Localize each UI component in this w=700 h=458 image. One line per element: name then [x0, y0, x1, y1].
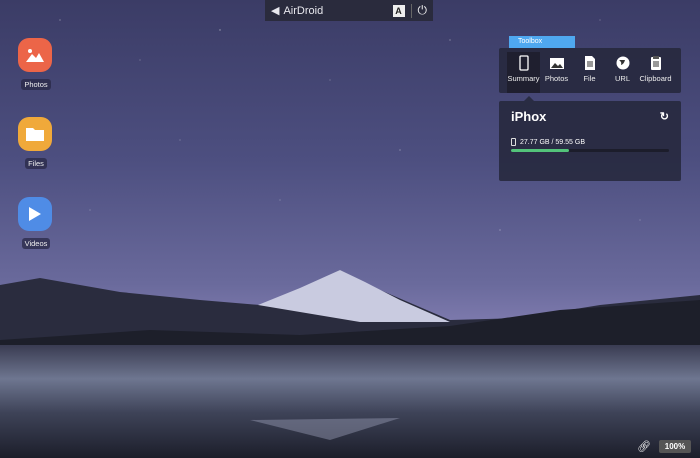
tool-file[interactable]: File [573, 52, 606, 93]
tool-summary[interactable]: Summary [507, 52, 540, 93]
brand-name: AirDroid [283, 4, 324, 17]
zoom-level[interactable]: 100% [659, 440, 691, 453]
phone-icon [518, 55, 529, 71]
refresh-icon[interactable]: ↻ [660, 110, 669, 123]
tool-label: Clipboard [639, 74, 672, 83]
storage-bar-fill [511, 149, 570, 152]
tool-clipboard[interactable]: Clipboard [639, 52, 672, 93]
clipboard-icon [650, 56, 661, 70]
play-icon [18, 197, 52, 231]
globe-icon [616, 56, 629, 70]
power-icon[interactable]: ⏻ [418, 3, 428, 18]
file-icon [584, 56, 595, 70]
tool-label: URL [614, 74, 630, 83]
divider [410, 3, 412, 18]
desktop-videos[interactable]: Videos [18, 197, 54, 251]
toolbox-tag: Toolbox [509, 36, 575, 48]
airdroid-topbar: ◀ AirDroid A ⏻ [265, 0, 433, 21]
desktop-label: Photos [21, 79, 51, 90]
desktop-label: Files [25, 158, 47, 169]
image-icon [549, 58, 564, 69]
tool-label: File [583, 74, 596, 83]
folder-icon [18, 117, 52, 151]
airdroid-logo[interactable]: ◀ AirDroid [271, 4, 393, 18]
paper-plane-icon: ◀ [271, 5, 280, 17]
language-button[interactable]: A [392, 4, 405, 17]
storage-text: 27.77 GB / 59.55 GB [520, 138, 585, 146]
phone-icon [511, 138, 516, 146]
storage-bar [511, 149, 669, 152]
device-name: iPhox [511, 109, 547, 124]
tool-photos[interactable]: Photos [540, 52, 573, 93]
desktop-label: Videos [21, 238, 51, 249]
toolbox: Summary Photos File URL Clipboard [499, 48, 681, 93]
tool-url[interactable]: URL [606, 52, 639, 93]
photos-icon [18, 38, 52, 72]
tool-label: Summary [507, 74, 540, 83]
device-summary-panel: iPhox ↻ 27.77 GB / 59.55 GB [499, 96, 681, 181]
desktop-photos[interactable]: Photos [18, 38, 54, 92]
tool-label: Photos [544, 74, 569, 83]
link-icon[interactable]: 🔗︎ [637, 440, 651, 453]
desktop-files[interactable]: Files [18, 117, 54, 171]
